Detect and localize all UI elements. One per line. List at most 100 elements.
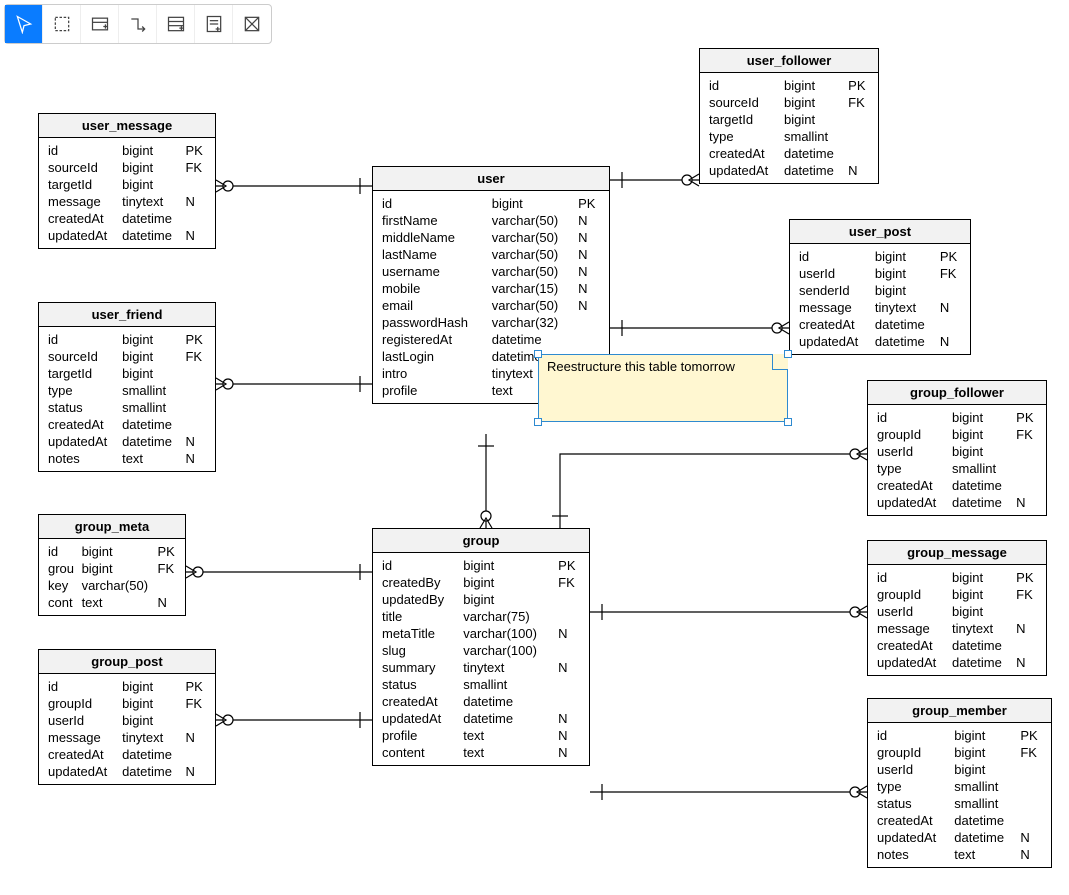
col-key: N bbox=[555, 625, 583, 642]
col-type: varchar(50) bbox=[489, 212, 575, 229]
column-row: createdAtdatetime bbox=[796, 316, 964, 333]
col-name: updatedAt bbox=[796, 333, 872, 350]
tool-marquee[interactable] bbox=[43, 5, 81, 43]
entity-title: group_meta bbox=[39, 515, 185, 539]
col-name: passwordHash bbox=[379, 314, 489, 331]
col-key bbox=[182, 382, 209, 399]
col-key bbox=[1013, 477, 1040, 494]
col-type: tinytext bbox=[119, 729, 182, 746]
col-name: userId bbox=[874, 443, 949, 460]
col-name: id bbox=[379, 557, 460, 574]
tool-rows[interactable] bbox=[157, 5, 195, 43]
col-name: targetId bbox=[45, 365, 119, 382]
col-key: FK bbox=[1013, 426, 1040, 443]
entity-group_follower[interactable]: group_followeridbigintPKgroupIdbigintFKu… bbox=[867, 380, 1047, 516]
col-name: type bbox=[706, 128, 781, 145]
column-row: firstNamevarchar(50)N bbox=[379, 212, 603, 229]
col-name: targetId bbox=[45, 176, 119, 193]
col-key bbox=[937, 316, 964, 333]
col-name: title bbox=[379, 608, 460, 625]
col-type: datetime bbox=[951, 812, 1017, 829]
col-key: N bbox=[555, 744, 583, 761]
col-key bbox=[845, 111, 872, 128]
col-key: PK bbox=[555, 557, 583, 574]
entity-title: group_message bbox=[868, 541, 1046, 565]
entity-group_meta[interactable]: group_metaidbigintPKgroubigintFKkeyvarch… bbox=[38, 514, 186, 616]
col-name: username bbox=[379, 263, 489, 280]
col-name: key bbox=[45, 577, 79, 594]
entity-group_member[interactable]: group_memberidbigintPKgroupIdbigintFKuse… bbox=[867, 698, 1052, 868]
resize-handle-se[interactable] bbox=[784, 418, 792, 426]
col-key: FK bbox=[155, 560, 179, 577]
col-key: FK bbox=[182, 159, 209, 176]
col-key bbox=[845, 128, 872, 145]
col-type: datetime bbox=[872, 316, 937, 333]
col-type: datetime bbox=[949, 494, 1013, 511]
col-type: bigint bbox=[79, 543, 155, 560]
col-type: bigint bbox=[119, 348, 182, 365]
col-key bbox=[182, 712, 209, 729]
col-type: bigint bbox=[949, 409, 1013, 426]
entity-title: group_follower bbox=[868, 381, 1046, 405]
sticky-note[interactable]: Reestructure this table tomorrow bbox=[538, 354, 788, 422]
column-row: updatedAtdatetimeN bbox=[874, 829, 1045, 846]
col-name: createdAt bbox=[45, 210, 119, 227]
col-key: N bbox=[575, 229, 603, 246]
tool-shape[interactable] bbox=[233, 5, 271, 43]
col-name: updatedAt bbox=[45, 227, 119, 244]
col-name: notes bbox=[45, 450, 119, 467]
col-name: userId bbox=[45, 712, 119, 729]
col-type: varchar(75) bbox=[460, 608, 555, 625]
col-name: sourceId bbox=[706, 94, 781, 111]
column-row: idbigintPK bbox=[874, 727, 1045, 744]
col-key: N bbox=[575, 280, 603, 297]
tool-table[interactable] bbox=[81, 5, 119, 43]
resize-handle-ne[interactable] bbox=[784, 350, 792, 358]
col-type: bigint bbox=[781, 94, 845, 111]
entity-user_follower[interactable]: user_followeridbigintPKsourceIdbigintFKt… bbox=[699, 48, 879, 184]
col-key: PK bbox=[1013, 409, 1040, 426]
column-row: metaTitlevarchar(100)N bbox=[379, 625, 583, 642]
column-row: createdAtdatetime bbox=[379, 693, 583, 710]
column-row: groubigintFK bbox=[45, 560, 179, 577]
col-type: varchar(50) bbox=[489, 297, 575, 314]
col-key bbox=[555, 693, 583, 710]
column-row: usernamevarchar(50)N bbox=[379, 263, 603, 280]
entity-user_message[interactable]: user_messageidbigintPKsourceIdbigintFKta… bbox=[38, 113, 216, 249]
col-type: bigint bbox=[119, 159, 182, 176]
col-name: grou bbox=[45, 560, 79, 577]
resize-handle-sw[interactable] bbox=[534, 418, 542, 426]
column-row: titlevarchar(75) bbox=[379, 608, 583, 625]
col-key bbox=[182, 365, 209, 382]
entity-user_friend[interactable]: user_friendidbigintPKsourceIdbigintFKtar… bbox=[38, 302, 216, 472]
col-key bbox=[1013, 603, 1040, 620]
tool-connector[interactable] bbox=[119, 5, 157, 43]
entity-group_message[interactable]: group_messageidbigintPKgroupIdbigintFKus… bbox=[867, 540, 1047, 676]
entity-user_post[interactable]: user_postidbigintPKuserIdbigintFKsenderI… bbox=[789, 219, 971, 355]
col-type: datetime bbox=[119, 210, 182, 227]
col-name: updatedAt bbox=[874, 654, 949, 671]
col-name: status bbox=[379, 676, 460, 693]
col-key: FK bbox=[845, 94, 872, 111]
tool-pointer[interactable] bbox=[5, 5, 43, 43]
col-name: profile bbox=[379, 382, 489, 399]
tool-form[interactable] bbox=[195, 5, 233, 43]
column-row: statussmallint bbox=[45, 399, 209, 416]
resize-handle-nw[interactable] bbox=[534, 350, 542, 358]
col-name: metaTitle bbox=[379, 625, 460, 642]
col-key: PK bbox=[937, 248, 964, 265]
col-name: cont bbox=[45, 594, 79, 611]
col-name: id bbox=[874, 569, 949, 586]
col-name: userId bbox=[874, 603, 949, 620]
col-key: N bbox=[575, 297, 603, 314]
col-type: bigint bbox=[119, 331, 182, 348]
entity-group_post[interactable]: group_postidbigintPKgroupIdbigintFKuserI… bbox=[38, 649, 216, 785]
entity-group[interactable]: groupidbigintPKcreatedBybigintFKupdatedB… bbox=[372, 528, 590, 766]
col-type: smallint bbox=[460, 676, 555, 693]
column-row: typesmallint bbox=[706, 128, 872, 145]
entity-columns: idbigintPKgroubigintFKkeyvarchar(50)cont… bbox=[45, 543, 179, 611]
column-row: sourceIdbigintFK bbox=[45, 348, 209, 365]
col-name: updatedAt bbox=[379, 710, 460, 727]
col-name: updatedAt bbox=[45, 433, 119, 450]
entity-title: user_message bbox=[39, 114, 215, 138]
